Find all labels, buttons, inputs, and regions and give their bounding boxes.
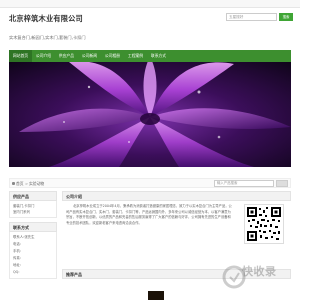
qr-code: [244, 204, 284, 244]
sidebar-products-title: 供应产品: [9, 191, 57, 201]
sidebar: 供应产品 套装门,卡扣门 室内门系列 联系方式 联系人:张先生 电话: 手机: …: [9, 191, 57, 300]
watermark-text: 快收录: [242, 265, 277, 278]
search-button[interactable]: 搜索: [279, 13, 293, 21]
contact-qq: QQ:: [13, 270, 20, 274]
intro-text: 北京梓筑木业成立于2004年4月，秉承着为消费者打造健康的家居理念，致力于以实木…: [66, 204, 232, 225]
top-bar: [0, 0, 300, 8]
product-thumbnail[interactable]: [148, 291, 164, 300]
intro-title: 公司介绍: [62, 191, 291, 201]
nav-item-about[interactable]: 公司介绍: [32, 50, 55, 62]
qr-code-graphic: [247, 207, 281, 241]
home-icon: [12, 182, 15, 185]
sidebar-contact-title: 联系方式: [9, 222, 57, 232]
nav-item-products[interactable]: 供应产品: [55, 50, 78, 62]
keyword-search-button[interactable]: [276, 180, 288, 187]
tagline: 实木复合门,新园门,实木门,套装门,卡扣门: [9, 35, 86, 40]
contact-person: 联系人:张先生: [13, 235, 35, 239]
banner-image: [9, 62, 291, 167]
breadcrumb-home-link[interactable]: 首页: [16, 181, 24, 187]
sidebar-products-list: 套装门,卡扣门 室内门系列: [9, 201, 57, 218]
nav-item-news[interactable]: 公司新闻: [78, 50, 101, 62]
contact-fax: 传真:: [13, 256, 21, 260]
nav-item-contact[interactable]: 联系方式: [147, 50, 170, 62]
breadcrumb-current: 实验动物: [29, 180, 45, 186]
sidebar-product-link[interactable]: 室内门系列: [13, 209, 53, 215]
nav-item-home[interactable]: 网站首页: [9, 50, 32, 62]
search-input[interactable]: 五星搜好: [226, 13, 277, 21]
breadcrumb-separator: >: [25, 180, 29, 186]
purple-flower-photo: [9, 62, 291, 167]
sidebar-contact-box: 联系人:张先生 电话: 手机: 传真: 地址: QQ:: [9, 232, 57, 279]
main-nav: 网站首页 公司介绍 供应产品 公司新闻 公司相册 工程案例 联系方式: [9, 50, 291, 62]
contact-address: 地址:: [13, 263, 21, 267]
nav-item-album[interactable]: 公司相册: [101, 50, 124, 62]
company-name: 北京梓筑木业有限公司: [9, 14, 83, 23]
keyword-search-input[interactable]: 输入产品搜索: [214, 180, 274, 187]
contact-phone: 电话:: [13, 242, 21, 246]
contact-mobile: 手机:: [13, 249, 21, 253]
nav-item-cases[interactable]: 工程案例: [124, 50, 147, 62]
